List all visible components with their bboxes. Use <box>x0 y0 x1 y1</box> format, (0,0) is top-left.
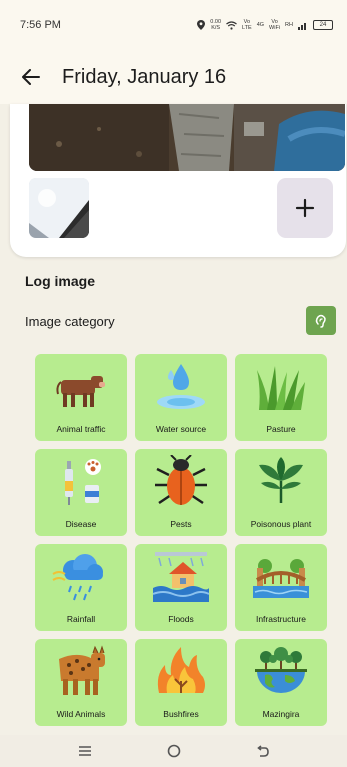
category-label: Rainfall <box>66 614 96 624</box>
hyena-icon <box>59 645 105 695</box>
recent-apps-button[interactable] <box>65 739 105 763</box>
category-label: Wild Animals <box>56 709 106 719</box>
network-rh: RH <box>285 22 293 28</box>
bridge-icon <box>253 559 309 598</box>
app-bar: Friday, January 16 <box>0 50 347 104</box>
network-4g: 4G <box>256 22 265 28</box>
category-label: Poisonous plant <box>250 519 312 529</box>
plant-icon <box>259 457 303 503</box>
category-label: Disease <box>65 519 97 529</box>
vaccine-icon <box>65 459 101 505</box>
grass-icon <box>257 366 305 410</box>
category-animal-traffic[interactable]: Animal traffic <box>35 354 127 441</box>
menu-icon <box>78 746 91 756</box>
back-button[interactable] <box>22 64 48 90</box>
location-icon <box>197 20 206 30</box>
system-back-button[interactable] <box>243 739 283 763</box>
cow-icon <box>56 376 105 407</box>
category-pasture[interactable]: Pasture <box>235 354 327 441</box>
home-circle-icon <box>167 744 180 758</box>
fire-icon <box>157 647 205 693</box>
category-rainfall[interactable]: Rainfall <box>35 544 127 631</box>
category-mazingira[interactable]: Mazingira <box>235 639 327 726</box>
network-volte: Vo LTE <box>242 19 252 31</box>
flood-house-icon <box>152 552 210 602</box>
category-label: Mazingira <box>262 709 300 719</box>
image-category-label: Image category <box>25 314 115 329</box>
signal-icon <box>298 22 306 30</box>
globe-trees-icon <box>255 647 307 693</box>
category-pests[interactable]: Pests <box>135 449 227 536</box>
return-icon <box>256 745 269 757</box>
status-bar: 7:56 PM 0.00 K/S Vo LTE 4G Vo WiFi RH 24 <box>0 0 347 50</box>
category-wild-animals[interactable]: Wild Animals <box>35 639 127 726</box>
plus-icon <box>295 198 315 218</box>
system-nav-bar <box>0 735 347 767</box>
rain-cloud-icon <box>52 554 103 601</box>
main-photo[interactable] <box>29 104 345 171</box>
photo-thumbnail[interactable] <box>29 178 89 238</box>
home-button[interactable] <box>154 739 194 763</box>
back-arrow-icon <box>22 69 40 85</box>
category-infrastructure[interactable]: Infrastructure <box>235 544 327 631</box>
category-disease[interactable]: Disease <box>35 449 127 536</box>
category-label: Water source <box>155 424 207 434</box>
network-vowifi: Vo WiFi <box>269 19 281 31</box>
category-water-source[interactable]: Water source <box>135 354 227 441</box>
battery-icon: 24 <box>313 20 333 30</box>
category-label: Animal traffic <box>56 424 106 434</box>
category-label: Floods <box>168 614 194 624</box>
category-floods[interactable]: Floods <box>135 544 227 631</box>
category-label: Pasture <box>266 424 296 434</box>
log-image-heading: Log image <box>25 273 96 289</box>
category-bushfires[interactable]: Bushfires <box>135 639 227 726</box>
beetle-icon <box>155 455 207 505</box>
page-title: Friday, January 16 <box>62 65 227 88</box>
wifi-icon <box>226 20 237 30</box>
category-label: Bushfires <box>163 709 199 719</box>
category-label: Pests <box>170 519 192 529</box>
data-rate: 0.00 K/S <box>210 19 222 31</box>
water-drop-icon <box>157 364 205 409</box>
status-icons: 0.00 K/S Vo LTE 4G Vo WiFi RH 24 <box>197 19 333 31</box>
category-poisonous-plant[interactable]: Poisonous plant <box>235 449 327 536</box>
category-label: Infrastructure <box>255 614 307 624</box>
voice-icon <box>315 314 326 328</box>
voice-input-button[interactable] <box>306 306 336 335</box>
add-image-button[interactable] <box>277 178 333 238</box>
status-time: 7:56 PM <box>20 19 61 31</box>
image-card <box>10 104 346 257</box>
